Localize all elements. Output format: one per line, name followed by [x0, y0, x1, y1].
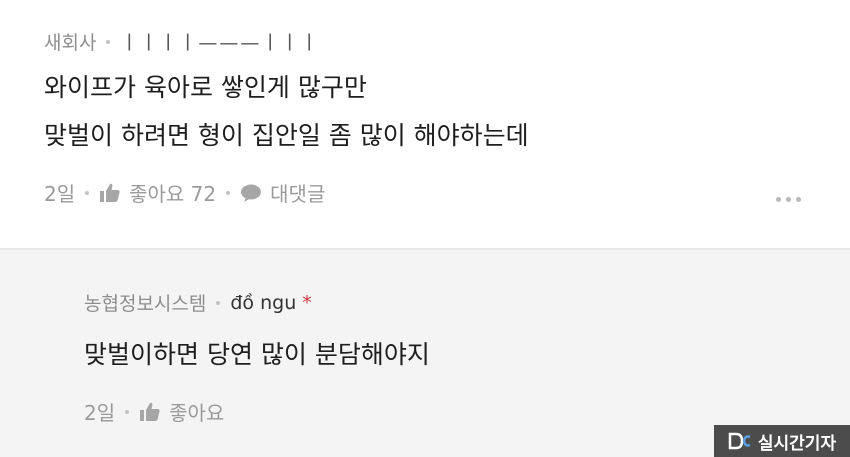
comment-line-1: 와이프가 육아로 쌓인게 많구만: [44, 73, 367, 102]
reply-badge: *: [302, 291, 312, 314]
thumbs-up-icon[interactable]: [99, 183, 121, 203]
thumbs-up-icon[interactable]: [139, 402, 161, 422]
dc-logo-icon: [728, 432, 752, 450]
reply-nickname[interactable]: đồ ngu: [230, 292, 296, 314]
meta-separator: [106, 39, 111, 44]
comment-time: 2일: [44, 182, 76, 206]
watermark-text: 실시간기자: [757, 433, 837, 454]
actions-separator: [125, 409, 130, 414]
comment-author-suffix: ㅣㅣㅣㅣ———ㅣㅣㅣ: [120, 32, 320, 54]
comment-like-label[interactable]: 좋아요 72: [129, 178, 216, 207]
comment-meta: 새회사 ㅣㅣㅣㅣ———ㅣㅣㅣ: [44, 28, 320, 55]
meta-separator: [216, 300, 221, 305]
speech-bubble-icon[interactable]: [240, 183, 262, 203]
reply-actions: 2일 좋아요: [84, 397, 224, 426]
actions-separator-2: [226, 190, 231, 195]
reply-author[interactable]: 농협정보시스템: [84, 289, 206, 316]
comment-item: 새회사 ㅣㅣㅣㅣ———ㅣㅣㅣ 와이프가 육아로 쌓인게 많구만 맞벌이 하려면 …: [0, 0, 850, 248]
comment-author[interactable]: 새회사: [44, 28, 96, 55]
actions-separator: [85, 190, 90, 195]
more-dots-icon[interactable]: [776, 197, 801, 202]
comment-reply-button[interactable]: 대댓글: [270, 178, 325, 207]
reply-like-label[interactable]: 좋아요: [169, 397, 224, 426]
comment-line-2: 맞벌이 하려면 형이 집안일 좀 많이 해야하는데: [44, 121, 529, 150]
watermark: 실시간기자: [714, 425, 850, 457]
reply-text: 맞벌이하면 당연 많이 분담해야지: [84, 340, 430, 369]
comment-actions: 2일 좋아요 72 대댓글: [44, 178, 325, 207]
reply-time: 2일: [84, 401, 116, 425]
reply-meta: 농협정보시스템 đồ ngu *: [84, 289, 312, 316]
